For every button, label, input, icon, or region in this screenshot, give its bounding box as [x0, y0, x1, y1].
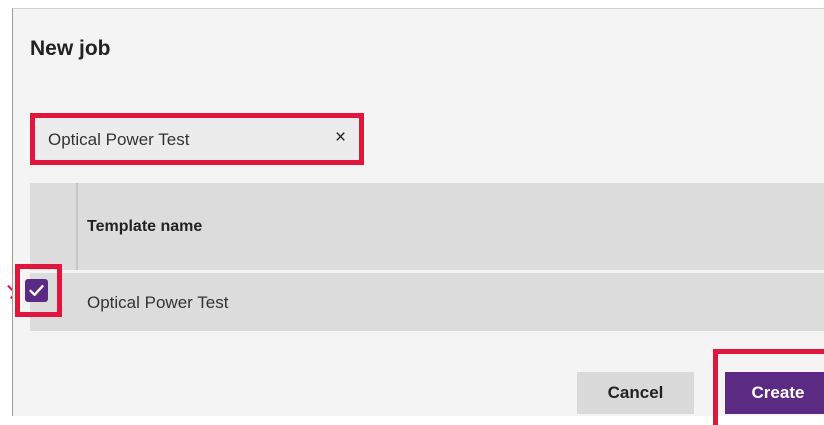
close-icon[interactable]: ×: [335, 127, 346, 149]
template-table: Template name Optical Power Test: [30, 183, 824, 331]
table-header: Template name: [30, 183, 824, 270]
table-row[interactable]: Optical Power Test: [30, 273, 824, 331]
cancel-button[interactable]: Cancel: [577, 372, 694, 414]
search-input[interactable]: Optical Power Test: [48, 130, 189, 150]
template-name-cell: Optical Power Test: [87, 293, 229, 312]
column-divider: [76, 183, 78, 270]
dialog-title: New job: [30, 37, 111, 60]
new-job-dialog: New job Optical Power Test × Template na…: [12, 8, 824, 425]
column-header-template-name[interactable]: Template name: [87, 218, 202, 236]
create-button[interactable]: Create: [725, 372, 824, 414]
row-checkbox[interactable]: [25, 279, 48, 302]
checkmark-icon: [29, 285, 44, 296]
template-search-field[interactable]: Optical Power Test ×: [30, 113, 364, 165]
